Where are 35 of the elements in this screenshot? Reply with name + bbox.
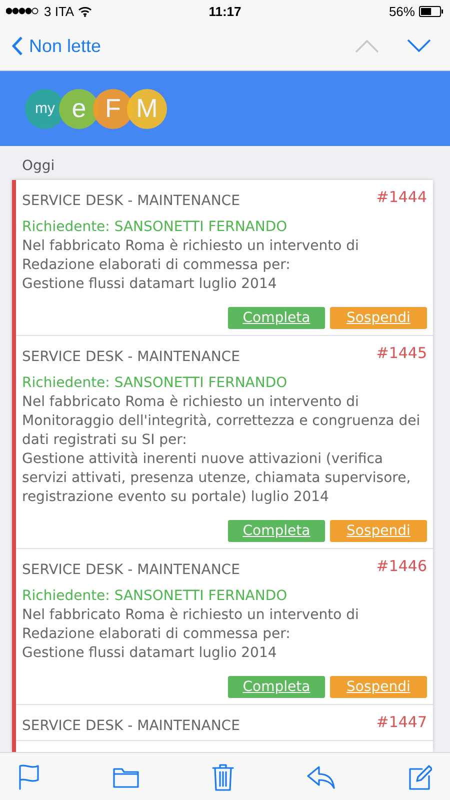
wifi-icon	[78, 6, 92, 16]
battery-icon	[418, 6, 444, 16]
clock: 11:17	[208, 4, 242, 18]
battery-percentage: 56%	[388, 4, 415, 18]
complete-button[interactable]: Completa	[228, 520, 325, 542]
ticket-number: #1445	[376, 344, 427, 362]
ticket-number: #1447	[376, 713, 427, 731]
ticket-description: Nel fabbricato Roma è richiesto un intervento di Redazione elaborati di commessa per: Gestione flussi datamart luglio 2014	[22, 237, 360, 294]
ticket-description: Nel fabbricato Roma è richiesto un intervento di Monitoraggio dell'integrità, correttezza e congruenza dei dati registrati su SI per: Gestione attività inerenti nuove attivazioni (verifica servizi attivati, presenza utenze, chiamata supervisore, registrazione evento su portale) luglio 2014	[22, 393, 422, 507]
ticket-title: SERVICE DESK - MAINTENANCE	[22, 717, 240, 734]
ticket-title: SERVICE DESK - MAINTENANCE	[22, 348, 240, 365]
trash-icon[interactable]	[212, 762, 234, 790]
logo-letter: M	[127, 88, 167, 128]
ticket-number: #1446	[376, 557, 427, 575]
chevron-left-icon	[12, 36, 23, 56]
complete-button[interactable]: Completa	[228, 307, 325, 329]
ticket-description: Nel fabbricato Roma è richiesto un intervento di Redazione elaborati di commessa per: Gestione flussi datamart luglio 2014	[22, 606, 360, 663]
requester: Richiedente: SANSONETTI FERNANDO	[22, 218, 288, 237]
ticket-number: #1444	[376, 188, 427, 206]
suspend-button[interactable]: Sospendi	[330, 676, 427, 698]
complete-button[interactable]: Completa	[228, 676, 325, 698]
reply-icon[interactable]	[307, 764, 335, 788]
folder-icon[interactable]	[113, 766, 139, 788]
requester: Richiedente: SANSONETTI FERNANDO	[22, 374, 288, 393]
ticket-title: SERVICE DESK - MAINTENANCE	[22, 192, 240, 209]
ticket-title: SERVICE DESK - MAINTENANCE	[22, 561, 240, 578]
suspend-button[interactable]: Sospendi	[330, 520, 427, 542]
suspend-button[interactable]: Sospendi	[330, 307, 427, 329]
requester: Richiedente: SANSONETTI FERNANDO	[22, 587, 288, 606]
carrier: 3 ITA	[44, 4, 74, 18]
signal-icon	[6, 7, 40, 15]
back-link[interactable]: Non lette	[12, 36, 102, 56]
flag-icon[interactable]	[18, 764, 40, 790]
compose-icon[interactable]	[408, 762, 432, 790]
section-header: Oggi	[21, 157, 56, 176]
